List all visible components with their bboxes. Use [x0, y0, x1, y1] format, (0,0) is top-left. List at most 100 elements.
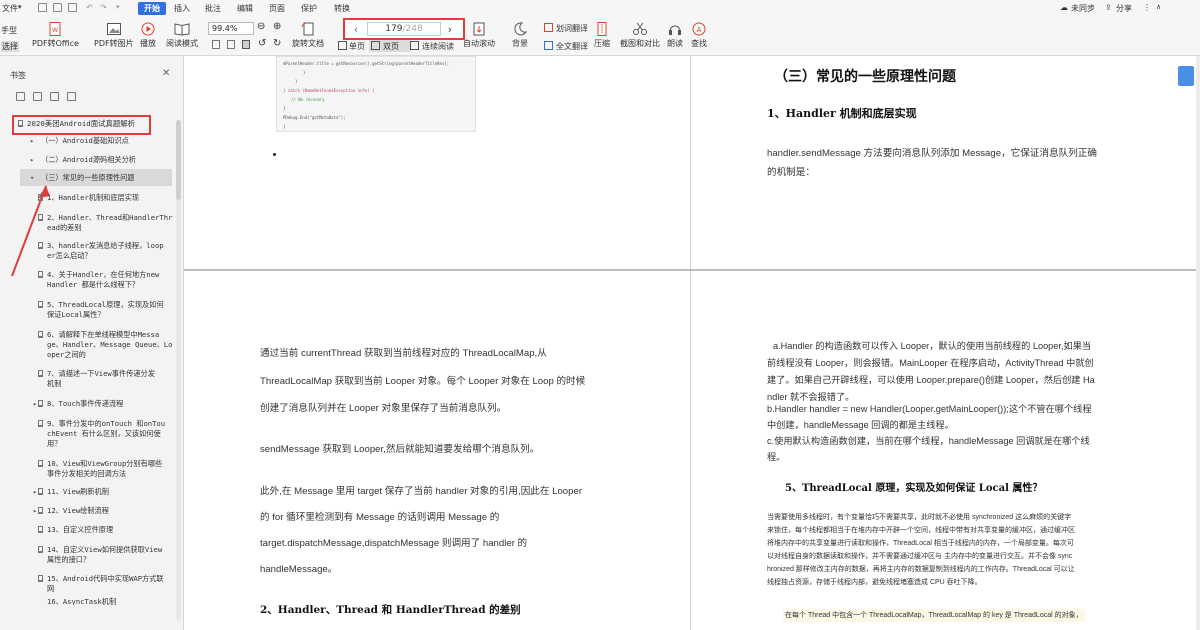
document-view[interactable]: mParentHeader.title = getResources().get… [184, 56, 1200, 630]
toc-item[interactable]: 4、关于Handler，在任何地方new Handler 都是什么线程下？ [38, 270, 159, 290]
add-bookmark-icon[interactable] [50, 92, 59, 101]
background-button[interactable]: 背景 [512, 22, 528, 49]
print-icon[interactable] [68, 3, 77, 12]
expand-arrow-icon[interactable]: ▸ [30, 136, 34, 146]
side-panel-icon[interactable] [1178, 66, 1194, 86]
collapse-arrow-icon[interactable]: ▾ [30, 173, 34, 183]
tab-page[interactable]: 页面 [269, 3, 285, 14]
toc-label-line3: 用？ [47, 439, 62, 448]
collapse-icon[interactable]: ∧ [1156, 3, 1161, 11]
full-translate-button[interactable]: 全文翻译 [556, 41, 588, 52]
menu-file[interactable]: 文件 [2, 3, 18, 14]
read-mode-button[interactable]: 阅读模式 [166, 22, 198, 49]
compress-button[interactable]: 压缩 [594, 22, 610, 49]
double-page-button[interactable]: 双页 [383, 41, 399, 52]
expand-arrow-icon[interactable]: ▸ [30, 155, 34, 165]
toc-item[interactable]: 14、自定义View如何提供获取View 属性的接口？ [38, 545, 162, 565]
redo-icon[interactable]: ↷ [100, 3, 107, 12]
toc-item[interactable]: 7、请描述一下View事件传递分发 机制 [38, 369, 155, 389]
expand-all-icon[interactable] [16, 92, 25, 101]
rotate-right-icon[interactable]: ↻ [273, 38, 281, 49]
toc-item[interactable]: 13、自定义控件原理 [38, 525, 113, 535]
more-icon[interactable]: ⋮ [1143, 3, 1151, 12]
toc-root-item[interactable]: 2020美团Android面试真题解析 [18, 119, 135, 129]
zoom-out-icon[interactable]: ⊖ [257, 21, 265, 32]
close-icon[interactable]: ✕ [162, 68, 170, 79]
rotate-doc-button[interactable]: 旋转文档 [292, 22, 324, 49]
rotate-left-icon[interactable]: ↺ [258, 38, 266, 49]
pdf-to-image-button[interactable]: PDF转图片 [94, 22, 134, 49]
toc-label: （一）Android基础知识点 [41, 136, 129, 145]
zoom-in-icon[interactable]: ⊕ [273, 21, 281, 32]
toc-item[interactable]: 16、AsyncTask机制 [47, 597, 116, 605]
bookmark-item-icon [18, 120, 23, 127]
toc-item[interactable]: ▸ 11、View刷新机制 [33, 487, 109, 497]
expand-arrow-icon[interactable]: ▸ [33, 487, 37, 497]
expand-arrow-icon[interactable]: ▸ [33, 506, 37, 516]
scrollbar-thumb[interactable] [176, 120, 181, 200]
collapse-all-icon[interactable] [33, 92, 42, 101]
toc-item[interactable]: 10、View和ViewGroup分别有哪些 事件分发相关的回调方法 [38, 459, 162, 479]
single-page-button[interactable]: 单页 [349, 41, 365, 52]
double-page-icon[interactable] [371, 41, 380, 50]
toc-item[interactable]: 15、Android代码中实现WAP方式联 网 [38, 574, 164, 594]
continuous-read-button[interactable]: 连续阅读 [422, 41, 454, 52]
hand-tool[interactable]: 手型 [1, 25, 17, 36]
cloud-icon[interactable]: ☁ [1060, 3, 1068, 12]
toc-item-selected[interactable]: ▾ （三）常见的一些原理性问题 [30, 173, 134, 183]
actual-size-icon[interactable] [242, 40, 250, 49]
bookmark-icon[interactable] [67, 92, 76, 101]
toc-item[interactable]: 6、请解释下在单线程模型中Messa ge、Handler、Message Qu… [38, 330, 172, 360]
toc-label: 7、请描述一下View事件传递分发 [47, 369, 155, 378]
paragraph-line: b.Handler handler = new Handler(Looper.g… [767, 404, 1092, 414]
single-page-icon[interactable] [338, 41, 347, 50]
tab-edit[interactable]: 编辑 [237, 3, 253, 14]
tab-comment[interactable]: 批注 [205, 3, 221, 14]
undo-icon[interactable]: ↶ [86, 3, 93, 12]
code-block: mParentHeader.title = getResources().get… [276, 56, 476, 132]
share-icon[interactable]: ⇪ [1105, 3, 1112, 12]
screenshot-compare-label: 截图和对比 [620, 39, 660, 48]
select-tool[interactable]: 选择 [1, 41, 19, 52]
previous-page-icon[interactable]: ‹ [349, 23, 363, 37]
toc-item[interactable]: ▸ （二）Android源码相关分析 [30, 155, 136, 165]
zoom-input[interactable]: 99.4% [208, 22, 254, 35]
share-button[interactable]: 分享 [1116, 3, 1132, 14]
document-scrollbar[interactable] [1196, 56, 1200, 630]
play-button[interactable]: 播放 [140, 22, 156, 49]
chevron-down-icon[interactable]: ▾ [18, 3, 22, 11]
svg-text:W: W [53, 27, 59, 34]
fit-width-icon[interactable] [227, 40, 235, 49]
toc-item[interactable]: 2、Handler、Thread和HandlerThr ead的差别 [38, 213, 172, 233]
continuous-icon[interactable] [410, 41, 419, 50]
sync-status[interactable]: 未同步 [1071, 3, 1095, 14]
toc-item[interactable]: ▸ 12、View绘制流程 [33, 506, 109, 516]
translate-icon[interactable] [544, 23, 553, 32]
customize-icon[interactable]: ▾ [116, 3, 120, 11]
read-aloud-button[interactable]: 朗读 [667, 22, 683, 49]
folder-icon[interactable] [38, 3, 47, 12]
toc-item[interactable]: ▸ （一）Android基础知识点 [30, 136, 129, 146]
word-translate-button[interactable]: 划词翻译 [556, 23, 588, 34]
tab-convert[interactable]: 转换 [334, 3, 350, 14]
toc-item[interactable]: 9、事件分发中的onTouch 和onTou chEvent 有什么区别，又该如… [38, 419, 165, 449]
tab-start[interactable]: 开始 [138, 2, 166, 15]
auto-scroll-button[interactable]: 自动滚动 [463, 22, 495, 49]
toc-item[interactable]: 1、Handler机制和底层实现 [38, 193, 139, 203]
toc-item[interactable]: 5、ThreadLocal原理，实现及如何 保证Local属性？ [38, 300, 164, 320]
pdf-to-office-button[interactable]: W PDF转Office [32, 22, 79, 49]
expand-arrow-icon[interactable]: ▸ [33, 399, 37, 409]
screenshot-compare-button[interactable]: 截图和对比 [620, 22, 660, 49]
next-page-icon[interactable]: › [443, 23, 457, 37]
page-number-input[interactable]: 179/248 [367, 22, 441, 36]
search-button[interactable]: A 查找 [691, 22, 707, 49]
tab-protect[interactable]: 保护 [301, 3, 317, 14]
full-translate-icon[interactable] [544, 41, 553, 50]
tab-insert[interactable]: 插入 [174, 3, 190, 14]
fit-page-icon[interactable] [212, 40, 220, 49]
toc-item[interactable]: 3、handler发消息给子线程，loop er怎么启动？ [38, 241, 164, 261]
bookmark-item-icon [38, 370, 43, 377]
toc-item[interactable]: ▸ 8、Touch事件传递流程 [33, 399, 123, 409]
save-icon[interactable] [53, 3, 62, 12]
sidebar-scrollbar[interactable] [176, 120, 181, 620]
